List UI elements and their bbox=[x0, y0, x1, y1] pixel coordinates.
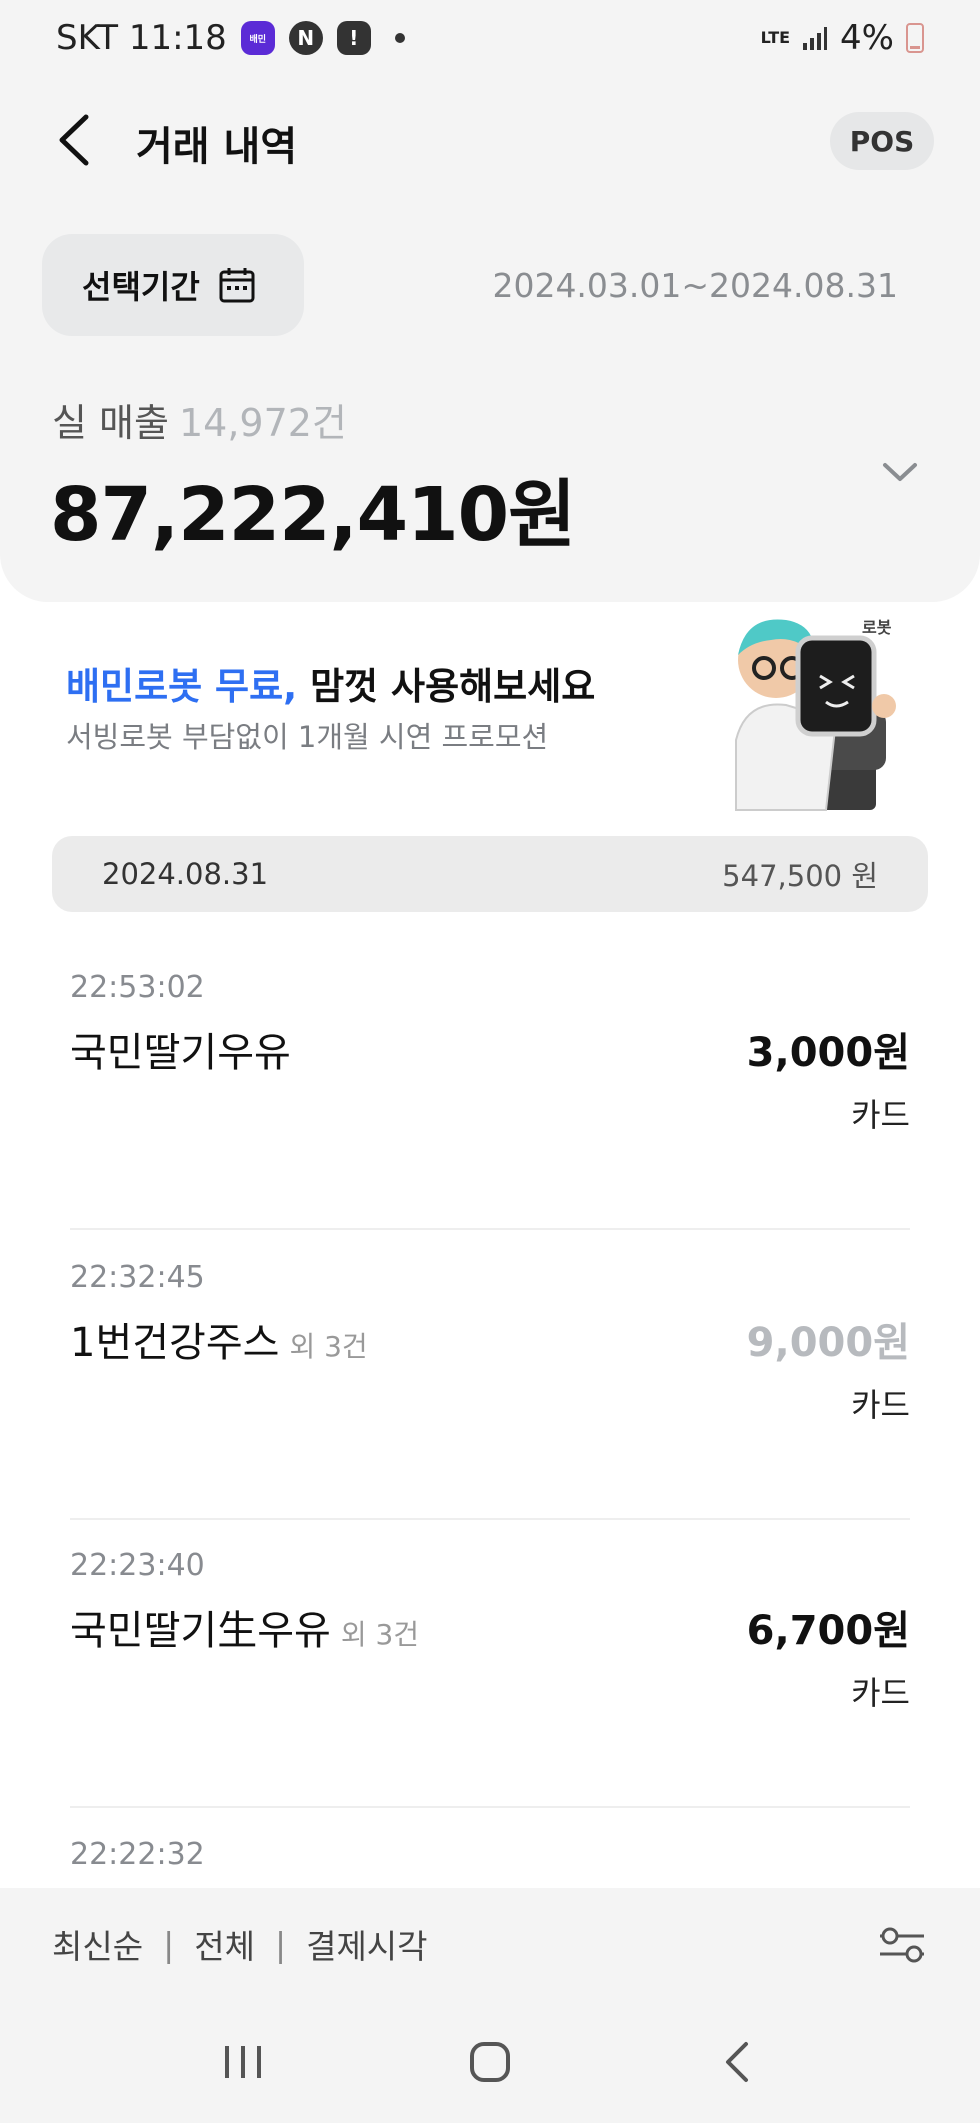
status-left: SKT 11:18 배민 N ! bbox=[56, 18, 405, 58]
transaction-method: 카드 bbox=[851, 1096, 910, 1134]
robot-illustration bbox=[735, 619, 896, 811]
alert-icon: ! bbox=[336, 21, 371, 55]
banner-title: 배민로봇 무료, 맘껏 사용해보세요 bbox=[66, 656, 595, 710]
transaction-time: 22:22:32 bbox=[70, 1837, 205, 1872]
sales-count: 14,972건 bbox=[178, 401, 347, 445]
transaction-row[interactable]: 22:32:45 1번건강주스 외 3건 9,000원 카드 bbox=[70, 1230, 910, 1520]
page-title: 거래 내역 bbox=[136, 124, 298, 170]
payment-time-option[interactable]: 결제시각 bbox=[306, 1920, 427, 1968]
transaction-item: 국민딸기우유 bbox=[70, 1030, 291, 1076]
battery-icon bbox=[906, 23, 924, 53]
chevron-left-icon bbox=[59, 114, 89, 166]
period-select-label: 선택기간 bbox=[82, 268, 200, 306]
sales-label-row: 실 매출 14,972건 bbox=[52, 392, 347, 447]
filter-separator: | bbox=[163, 1924, 175, 1964]
transaction-time: 22:32:45 bbox=[70, 1260, 205, 1295]
recent-apps-icon bbox=[225, 2045, 262, 2078]
transaction-time: 22:23:40 bbox=[70, 1548, 205, 1583]
transaction-name: 국민딸기生우유 외 3건 bbox=[70, 1598, 419, 1656]
transaction-amount: 6,700원 bbox=[746, 1608, 910, 1654]
transaction-method: 카드 bbox=[851, 1386, 910, 1424]
promo-banner[interactable]: 배민로봇 무료, 맘껏 사용해보세요 서빙로봇 부담없이 1개월 시연 프로모션… bbox=[0, 604, 980, 816]
baemin-app-icon: 배민 bbox=[240, 21, 275, 55]
battery-percent: 4% bbox=[840, 18, 894, 58]
transaction-row[interactable]: 22:23:40 국민딸기生우유 외 3건 6,700원 카드 bbox=[70, 1518, 910, 1808]
transaction-amount: 3,000원 bbox=[746, 1030, 910, 1076]
filter-settings-icon[interactable] bbox=[876, 1922, 928, 1966]
back-button[interactable] bbox=[46, 110, 102, 170]
recent-apps-button[interactable] bbox=[203, 2027, 283, 2097]
header: 거래 내역 POS bbox=[0, 100, 980, 180]
banner-title-rest: 맘껏 사용해보세요 bbox=[297, 665, 596, 708]
banner-brand: 로봇 bbox=[862, 618, 892, 637]
sort-filter-bar: 최신순 | 전체 | 결제시각 bbox=[0, 1888, 980, 2000]
transaction-name: 1번건강주스 외 3건 bbox=[70, 1310, 368, 1368]
sales-label: 실 매출 bbox=[52, 401, 169, 445]
period-range: 2024.03.01~2024.08.31 bbox=[492, 266, 898, 305]
lte-icon: LTE bbox=[760, 28, 791, 47]
chevron-down-icon bbox=[883, 463, 917, 481]
sort-option[interactable]: 최신순 bbox=[52, 1920, 143, 1968]
system-back-button[interactable] bbox=[697, 2027, 777, 2097]
scope-option[interactable]: 전체 bbox=[194, 1920, 255, 1968]
status-right: LTE 4% bbox=[761, 18, 924, 58]
notification-dot-icon bbox=[394, 33, 405, 43]
home-button[interactable] bbox=[450, 2027, 530, 2097]
transaction-extra-count: 외 3건 bbox=[289, 1330, 368, 1363]
transaction-name: 국민딸기우유 bbox=[70, 1020, 291, 1078]
signal-icon bbox=[803, 27, 828, 50]
carrier-time: SKT 11:18 bbox=[56, 18, 227, 58]
transaction-extra-count: 외 3건 bbox=[340, 1618, 420, 1651]
date-group-header: 2024.08.31 547,500 원 bbox=[52, 836, 928, 912]
transaction-method: 카드 bbox=[851, 1674, 910, 1712]
banner-title-highlight: 배민로봇 무료, bbox=[66, 665, 298, 708]
period-select-button[interactable]: 선택기간 bbox=[42, 234, 304, 336]
banner-subtitle: 서빙로봇 부담없이 1개월 시연 프로모션 bbox=[66, 720, 549, 754]
transaction-item: 국민딸기生우유 bbox=[70, 1608, 331, 1654]
date-group-amount: 547,500 원 bbox=[722, 859, 878, 893]
transaction-row[interactable]: 22:53:02 국민딸기우유 3,000원 카드 bbox=[70, 940, 910, 1230]
home-icon bbox=[469, 2041, 510, 2082]
transaction-time: 22:53:02 bbox=[70, 970, 205, 1005]
status-bar: SKT 11:18 배민 N ! LTE 4% bbox=[0, 0, 980, 76]
transaction-amount: 9,000원 bbox=[746, 1320, 910, 1366]
screen: SKT 11:18 배민 N ! LTE 4% 거래 내역 POS 선택기간 2… bbox=[0, 0, 980, 2123]
transaction-item: 1번건강주스 bbox=[70, 1320, 280, 1366]
pos-button[interactable]: POS bbox=[830, 112, 934, 170]
system-nav-bar bbox=[0, 2000, 980, 2123]
calendar-icon bbox=[219, 268, 255, 303]
sales-total: 87,222,410원 bbox=[50, 472, 576, 558]
expand-summary-button[interactable] bbox=[876, 448, 924, 496]
date-group-date: 2024.08.31 bbox=[102, 857, 269, 891]
filter-separator: | bbox=[274, 1924, 287, 1964]
back-icon bbox=[725, 2041, 748, 2082]
naver-app-icon: N bbox=[288, 21, 323, 55]
